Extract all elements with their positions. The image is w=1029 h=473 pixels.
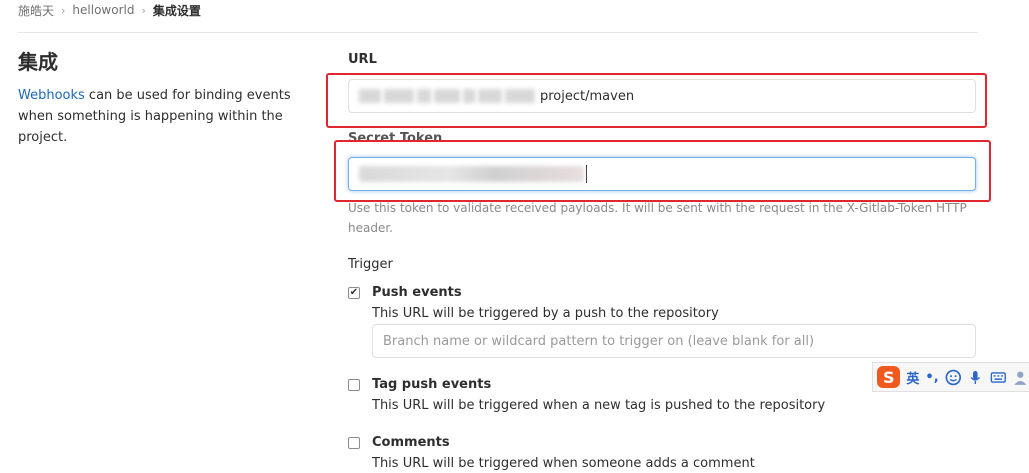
push-events-checkbox[interactable]: ✔	[348, 287, 360, 299]
breadcrumb-current: 集成设置	[152, 3, 201, 18]
trigger-label: Trigger	[348, 257, 393, 272]
ime-punctuation-toggle[interactable]: •,	[925, 370, 938, 385]
comments-checkbox[interactable]	[348, 437, 360, 449]
comments-title[interactable]: Comments	[372, 434, 450, 452]
breadcrumb-link-project[interactable]: helloworld	[72, 3, 134, 17]
breadcrumb-link-user[interactable]: 施皓天	[18, 2, 54, 19]
comments-description: This URL will be triggered when someone …	[372, 456, 755, 471]
ime-language-toggle[interactable]: 英	[906, 368, 919, 387]
push-events-description: This URL will be triggered by a push to …	[372, 306, 719, 321]
tag-push-events-checkbox[interactable]	[348, 379, 360, 391]
annotation-box-secret-token	[334, 140, 991, 202]
microphone-icon[interactable]	[967, 369, 984, 386]
ime-toolbar: S 英 •,	[872, 362, 1029, 392]
tag-push-events-description: This URL will be triggered when a new ta…	[372, 398, 826, 413]
keyboard-icon[interactable]	[990, 369, 1007, 386]
secret-token-help: Use this token to validate received payl…	[348, 201, 967, 235]
chevron-right-icon: ›	[61, 3, 66, 17]
branch-filter-placeholder: Branch name or wildcard pattern to trigg…	[383, 333, 815, 349]
breadcrumb: 施皓天 › helloworld › 集成设置	[18, 1, 201, 19]
webhooks-link[interactable]: Webhooks	[18, 88, 85, 103]
branch-filter-input[interactable]: Branch name or wildcard pattern to trigg…	[372, 324, 976, 358]
checkmark-icon: ✔	[349, 287, 359, 298]
chevron-right-icon: ›	[141, 3, 146, 17]
sogou-logo-icon[interactable]: S	[877, 366, 901, 388]
tag-push-events-title[interactable]: Tag push events	[372, 376, 491, 394]
user-icon[interactable]	[1012, 369, 1029, 386]
url-label: URL	[348, 52, 377, 67]
push-events-title[interactable]: Push events	[372, 284, 462, 302]
section-description: Webhooks can be used for binding events …	[18, 85, 323, 148]
emoji-icon[interactable]	[945, 369, 962, 386]
section-title: 集成	[18, 50, 58, 74]
annotation-box-url	[326, 73, 987, 128]
breadcrumb-divider	[18, 32, 978, 33]
